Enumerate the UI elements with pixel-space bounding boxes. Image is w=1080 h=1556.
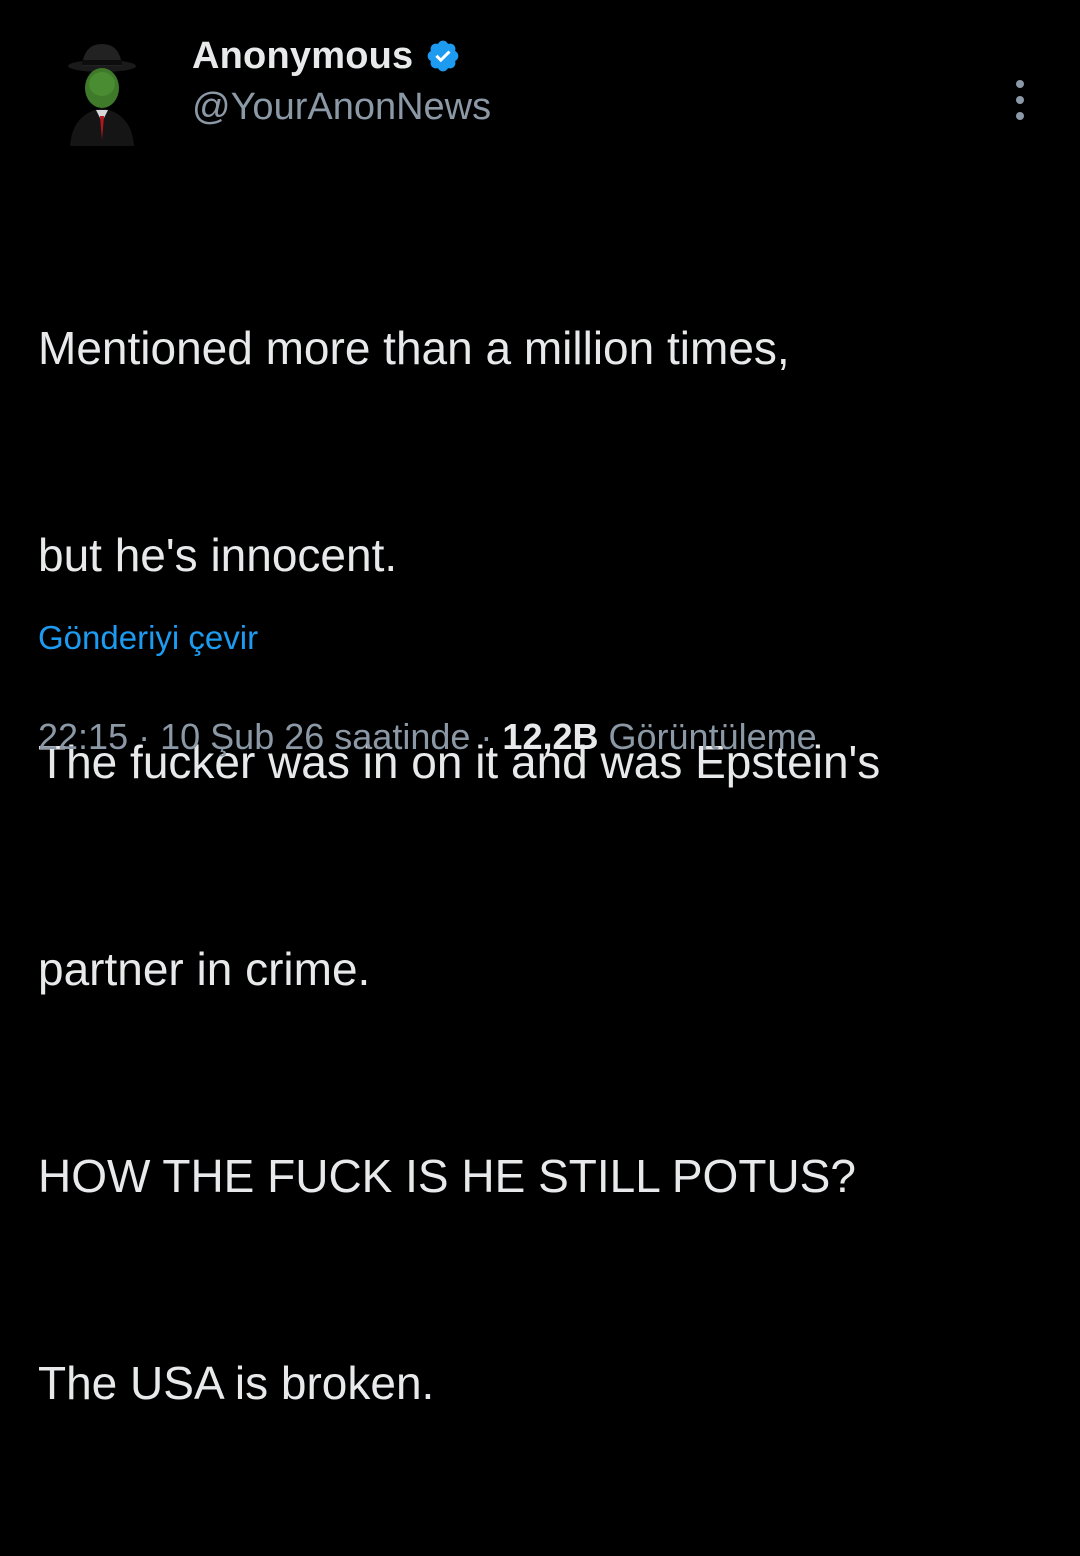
- author-handle[interactable]: @YourAnonNews: [192, 86, 491, 129]
- tweet-meta: 22:15 · 10 Şub 26 saatinde · 12,2B Görün…: [38, 716, 817, 758]
- views-label[interactable]: Görüntüleme: [609, 716, 817, 757]
- tweet-text-line: HOW THE FUCK IS HE STILL POTUS?: [38, 1150, 856, 1202]
- more-options-button[interactable]: [1004, 80, 1036, 120]
- avatar[interactable]: [52, 36, 152, 146]
- meta-separator: ·: [480, 716, 493, 757]
- meta-separator: ·: [138, 716, 151, 757]
- more-vertical-icon-dot: [1016, 96, 1024, 104]
- tweet-text-line: but he's innocent.: [38, 529, 398, 581]
- tweet-card: Anonymous @YourAnonNews Mentioned more t…: [0, 0, 1080, 1409]
- more-vertical-icon-dot: [1016, 112, 1024, 120]
- tweet-text-line: Mentioned more than a million times,: [38, 322, 790, 374]
- author-display-name[interactable]: Anonymous: [192, 35, 413, 78]
- tweet-text-line: partner in crime.: [38, 943, 371, 995]
- more-vertical-icon: [1016, 80, 1024, 88]
- author-name-row[interactable]: Anonymous: [192, 34, 461, 78]
- verified-badge-icon[interactable]: [425, 38, 461, 74]
- tweet-time[interactable]: 22:15: [38, 716, 128, 757]
- tweet-text: Mentioned more than a million times, but…: [38, 176, 1068, 1556]
- tweet-date[interactable]: 10 Şub 26 saatinde: [160, 716, 470, 757]
- views-count[interactable]: 12,2B: [502, 716, 598, 757]
- translate-post-link[interactable]: Gönderiyi çevir: [38, 619, 258, 657]
- tweet-text-line: The USA is broken.: [38, 1357, 435, 1409]
- anonymous-avatar-icon: [52, 36, 152, 146]
